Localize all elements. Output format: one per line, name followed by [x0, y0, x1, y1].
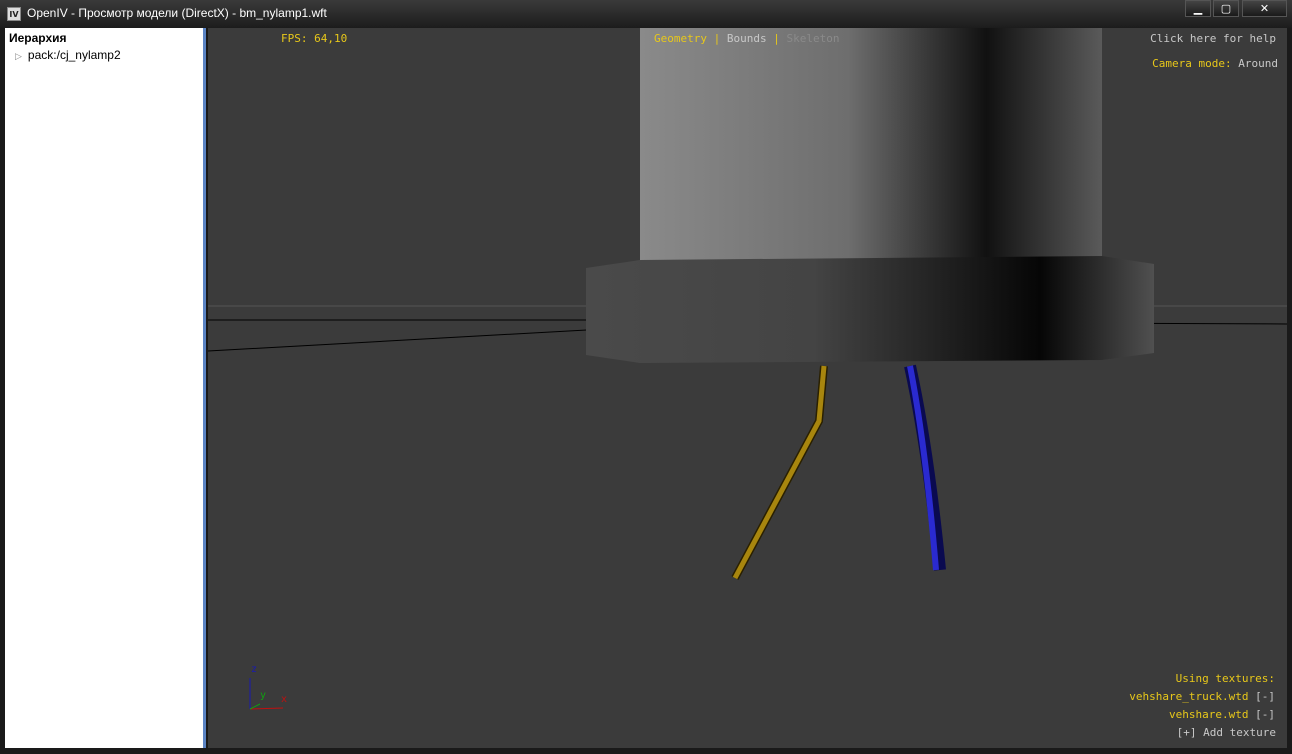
axis-gizmo	[249, 678, 284, 710]
tab-separator: |	[713, 32, 721, 45]
tree-item-label: pack:/cj_nylamp2	[27, 48, 121, 62]
minimize-button[interactable]: ▁	[1185, 0, 1211, 17]
texture-item: vehshare_truck.wtd [-]	[1129, 690, 1275, 703]
expand-icon[interactable]: ▷	[15, 51, 22, 61]
axis-z-label: z	[251, 664, 258, 675]
camera-mode-value[interactable]: Around	[1238, 57, 1278, 70]
tab-separator: |	[773, 32, 780, 45]
app-icon: IV	[7, 7, 21, 21]
axis-y-label: y	[260, 690, 267, 701]
hierarchy-title: Иерархия	[9, 31, 67, 45]
camera-mode[interactable]: Camera mode: Around	[1152, 57, 1278, 70]
lamp-base	[586, 256, 1154, 363]
hierarchy-panel: Иерархия ▷ pack:/cj_nylamp2	[5, 28, 206, 748]
window-title: OpenIV - Просмотр модели (DirectX) - bm_…	[27, 6, 327, 20]
gold-wire	[731, 365, 828, 580]
tree-item[interactable]: ▷ pack:/cj_nylamp2	[15, 48, 121, 62]
3d-viewport[interactable]: FPS: 64,10 Geometry | Bounds | Skeleton …	[208, 28, 1287, 748]
camera-mode-label: Camera mode:	[1152, 57, 1232, 70]
add-texture-button[interactable]: [+] Add texture	[1177, 726, 1276, 739]
remove-texture-button[interactable]: [-]	[1255, 708, 1275, 721]
close-button[interactable]: ✕	[1242, 0, 1287, 17]
maximize-button[interactable]: ▢	[1213, 0, 1239, 17]
tab-geometry[interactable]: Geometry	[654, 32, 707, 45]
textures-title: Using textures:	[1175, 672, 1275, 685]
lamp-cylinder	[640, 28, 1102, 263]
texture-name: vehshare.wtd	[1169, 708, 1249, 721]
tab-bounds[interactable]: Bounds	[727, 32, 767, 45]
model-render	[208, 28, 1287, 710]
axis-x-label: x	[281, 694, 288, 705]
title-bar: IV OpenIV - Просмотр модели (DirectX) - …	[0, 0, 1292, 28]
remove-texture-button[interactable]: [-]	[1255, 690, 1275, 703]
fps-counter: FPS: 64,10	[281, 32, 348, 45]
help-link[interactable]: Click here for help	[1150, 32, 1276, 45]
texture-name: vehshare_truck.wtd	[1129, 690, 1249, 703]
tab-skeleton[interactable]: Skeleton	[786, 32, 839, 45]
texture-item: vehshare.wtd [-]	[1169, 708, 1275, 721]
